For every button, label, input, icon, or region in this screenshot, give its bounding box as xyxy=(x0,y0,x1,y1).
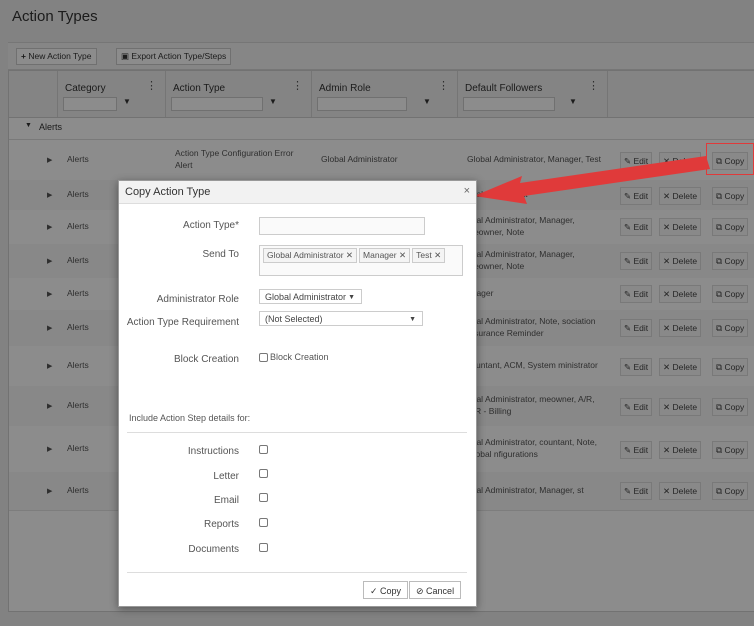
requirement-label: Action Type Requirement xyxy=(126,317,239,328)
send-to-input[interactable]: Global Administrator ✕ Manager ✕ Test ✕ xyxy=(259,245,463,276)
divider xyxy=(127,432,467,433)
include-heading: Include Action Step details for: xyxy=(129,413,251,423)
letter-checkbox[interactable] xyxy=(259,469,268,478)
recipient-tag-label: Manager xyxy=(363,250,397,260)
reports-checkbox[interactable] xyxy=(259,518,268,527)
include-label-documents: Documents xyxy=(188,544,239,555)
recipient-tag-label: Test xyxy=(416,250,432,260)
chevron-down-icon: ▼ xyxy=(348,294,355,301)
close-icon[interactable]: × xyxy=(464,185,470,197)
check-icon: ✓ xyxy=(370,586,381,596)
divider xyxy=(127,572,467,573)
recipient-tag[interactable]: Global Administrator ✕ xyxy=(263,248,358,263)
block-creation-checkbox[interactable] xyxy=(259,353,268,362)
include-label-email: Email xyxy=(213,495,239,506)
administrator-role-select[interactable]: Global Administrator ▼ xyxy=(259,289,362,304)
copy-confirm-button[interactable]: ✓ Copy xyxy=(363,581,409,599)
cancel-button[interactable]: ⊘ Cancel xyxy=(409,581,462,599)
block-creation-checkbox-label: Block Creation xyxy=(270,352,329,362)
requirement-value: (Not Selected) xyxy=(265,314,323,324)
recipient-tag-label: Global Administrator xyxy=(267,250,344,260)
cancel-icon: ⊘ xyxy=(416,586,427,596)
include-label-letter: Letter xyxy=(213,471,239,482)
requirement-select[interactable]: (Not Selected) ▼ xyxy=(259,311,423,326)
highlight-box xyxy=(706,143,754,175)
copy-action-type-dialog: Copy Action Type × Action Type* Send To … xyxy=(118,180,477,607)
recipient-tag[interactable]: Manager ✕ xyxy=(359,248,411,263)
remove-tag-icon[interactable]: ✕ xyxy=(399,250,406,260)
chevron-down-icon: ▼ xyxy=(409,316,416,323)
administrator-role-label: Administrator Role xyxy=(156,294,239,305)
remove-tag-icon[interactable]: ✕ xyxy=(346,250,353,260)
copy-confirm-label: Copy xyxy=(380,586,402,596)
email-checkbox[interactable] xyxy=(259,493,268,502)
instructions-checkbox[interactable] xyxy=(259,445,268,454)
dialog-header: Copy Action Type × xyxy=(119,181,476,204)
send-to-label: Send To xyxy=(202,249,239,260)
cancel-label: Cancel xyxy=(426,586,455,596)
recipient-tag[interactable]: Test ✕ xyxy=(412,248,446,263)
action-type-label: Action Type* xyxy=(183,220,239,231)
block-creation-label: Block Creation xyxy=(173,354,239,365)
action-type-input[interactable] xyxy=(259,217,425,235)
remove-tag-icon[interactable]: ✕ xyxy=(434,250,441,260)
include-label-reports: Reports xyxy=(203,519,239,530)
documents-checkbox[interactable] xyxy=(259,543,268,552)
dialog-title: Copy Action Type xyxy=(125,186,211,198)
administrator-role-value: Global Administrator xyxy=(265,292,347,302)
include-label-instructions: Instructions xyxy=(187,446,239,457)
